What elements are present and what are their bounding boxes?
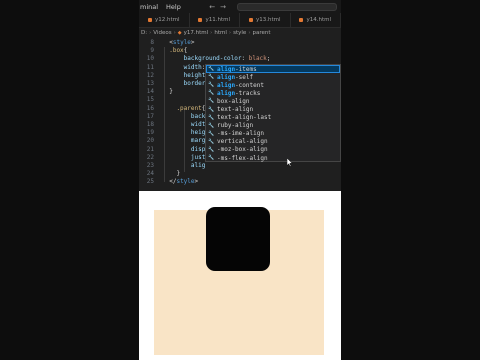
chevron-right-icon: ›	[149, 30, 152, 36]
property-icon: 🔧	[208, 98, 215, 105]
suggestion-item[interactable]: 🔧 align-self	[206, 73, 340, 81]
code-token: >	[190, 39, 195, 46]
browser-preview	[139, 202, 341, 360]
code-token: .parent	[162, 104, 202, 112]
suggestion-label: align-tracks	[217, 89, 261, 97]
code-token: ;	[266, 55, 271, 63]
suggestion-label: -moz-box-align	[217, 146, 268, 154]
suggestion-item[interactable]: 🔧 text-align	[206, 105, 340, 113]
chevron-right-icon: ›	[248, 30, 251, 36]
suggestion-item[interactable]: 🔧 -moz-box-align	[206, 146, 340, 154]
chevron-right-icon: ›	[210, 30, 213, 36]
code-token: background-color	[162, 55, 242, 63]
suggestion-label: ruby-align	[217, 122, 254, 130]
indent-guide	[184, 110, 185, 172]
property-icon: 🔧	[208, 82, 215, 89]
code-token: :	[241, 55, 249, 63]
suggestion-label: box-align	[217, 97, 250, 105]
breadcrumb-item[interactable]: style	[233, 30, 246, 36]
autocomplete-suggestions: 🔧 align-items 🔧 align-self 🔧 align-content 🔧 al…	[205, 64, 341, 162]
tab-y12[interactable]: y12.html	[139, 13, 190, 27]
mouse-pointer-icon	[287, 158, 293, 167]
suggestion-item[interactable]: 🔧 text-align-last	[206, 114, 340, 122]
suggestion-item[interactable]: 🔧 align-content	[206, 81, 340, 89]
suggestion-item[interactable]: 🔧 -ms-flex-align	[206, 154, 340, 162]
suggestion-item[interactable]: 🔧 box-align	[206, 97, 340, 105]
code-editor: minal Help ← → y12.html y11.html y13.htm…	[139, 0, 341, 191]
code-token: style	[176, 178, 195, 186]
suggestion-item[interactable]: 🔧 ruby-align	[206, 122, 340, 130]
suggestion-label: align-content	[217, 81, 264, 89]
tab-y14[interactable]: y14.html	[291, 13, 341, 27]
line-number: 25	[146, 178, 154, 186]
suggestion-item[interactable]: 🔧 -ms-ime-align	[206, 130, 340, 138]
tab-y13[interactable]: y13.html	[240, 13, 291, 27]
black-box	[206, 207, 270, 271]
property-icon: 🔧	[208, 146, 215, 153]
suggestion-item[interactable]: 🔧 align-items	[206, 65, 340, 74]
code-token: >	[194, 178, 199, 186]
suggestion-label: align-items	[217, 65, 257, 73]
property-icon: 🔧	[208, 106, 215, 113]
breadcrumb-item[interactable]: D:	[141, 30, 147, 36]
suggestion-item[interactable]: 🔧 vertical-align	[206, 138, 340, 146]
menu-bar: minal Help ← →	[139, 0, 341, 13]
breadcrumb: D: › Videos › ◆ y17.html › html › style …	[139, 28, 341, 38]
chevron-right-icon: ›	[228, 30, 232, 36]
suggestion-label: align-self	[217, 73, 254, 81]
suggestion-label: text-align	[217, 106, 254, 114]
video-frame: minal Help ← → y12.html y11.html y13.htm…	[139, 0, 341, 360]
back-arrow-icon[interactable]: ←	[209, 3, 215, 11]
chevron-right-icon: ›	[173, 30, 176, 36]
suggestion-label: -ms-ime-align	[217, 130, 264, 138]
property-icon: 🔧	[208, 122, 215, 129]
html-file-icon	[147, 18, 152, 22]
code-line[interactable]: 25 </style>	[139, 177, 341, 186]
breadcrumb-item[interactable]: y17.html	[184, 30, 209, 36]
property-icon: 🔧	[208, 155, 215, 162]
property-icon: 🔧	[208, 66, 215, 73]
code-token: black	[248, 55, 267, 63]
code-token: style	[172, 39, 191, 46]
html-file-icon: ◆	[177, 30, 182, 36]
tab-label: y11.html	[205, 17, 231, 23]
code-token: .box	[162, 47, 184, 55]
property-icon: 🔧	[208, 114, 215, 121]
tab-label: y13.html	[255, 17, 281, 23]
indent-guide	[164, 47, 165, 182]
breadcrumb-item[interactable]: Videos	[153, 30, 171, 36]
code-token: height	[162, 71, 206, 79]
suggestion-label: vertical-align	[217, 138, 268, 146]
code-token: {	[183, 47, 188, 55]
preview-margin	[139, 191, 341, 202]
menu-terminal[interactable]: minal	[140, 3, 158, 11]
suggestion-label: -ms-flex-align	[217, 154, 268, 162]
tab-label: y14.html	[306, 17, 332, 23]
property-icon: 🔧	[208, 74, 215, 81]
tab-bar: y12.html y11.html y13.html y14.html	[139, 13, 341, 28]
parent-container	[154, 207, 324, 355]
tab-y11[interactable]: y11.html	[190, 13, 240, 27]
suggestion-label: text-align-last	[217, 114, 272, 122]
html-file-icon	[248, 18, 253, 22]
html-file-icon	[299, 18, 304, 22]
breadcrumb-item[interactable]: html	[214, 30, 227, 36]
property-icon: 🔧	[208, 90, 215, 97]
html-file-icon	[198, 18, 203, 22]
forward-arrow-icon[interactable]: →	[220, 3, 226, 11]
nav-arrows: ← →	[209, 3, 229, 11]
property-icon: 🔧	[208, 138, 215, 145]
code-token: <	[162, 39, 173, 46]
code-token: width	[162, 63, 202, 71]
code-text: </style>	[162, 177, 198, 186]
property-icon: 🔧	[208, 130, 215, 137]
command-center-search[interactable]	[237, 2, 337, 11]
tab-label: y12.html	[154, 17, 180, 23]
suggestion-item[interactable]: 🔧 align-tracks	[206, 89, 340, 97]
breadcrumb-item[interactable]: parent	[253, 30, 271, 36]
menu-help[interactable]: Help	[166, 3, 181, 11]
